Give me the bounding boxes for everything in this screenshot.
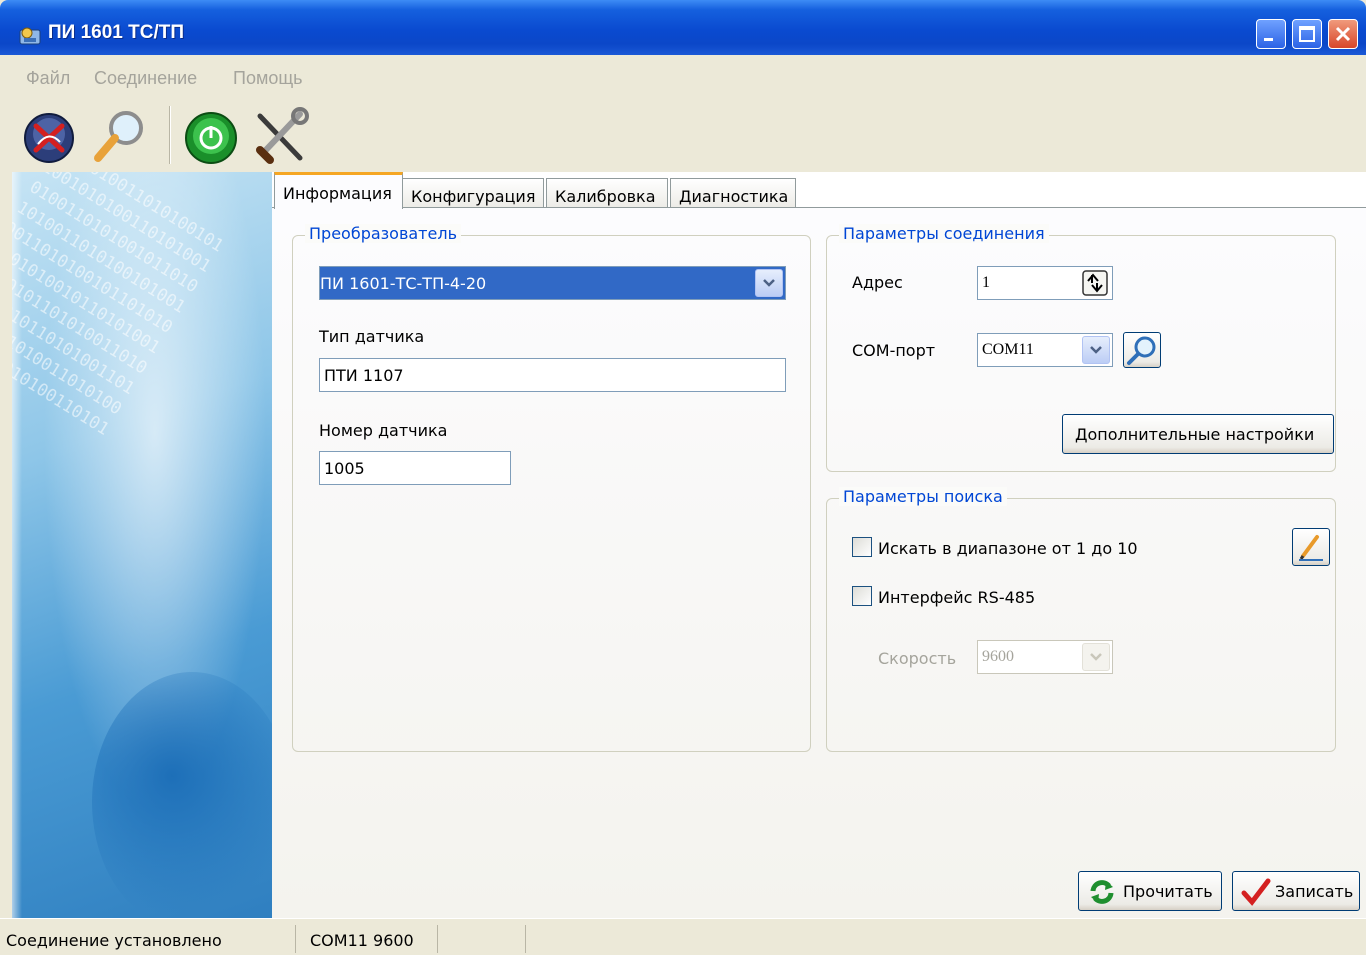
search-icon	[1127, 336, 1156, 365]
rs485-checkbox[interactable]	[852, 586, 872, 606]
search-range-checkbox[interactable]	[852, 537, 872, 557]
connection-group-title: Параметры соединения	[839, 224, 1049, 243]
address-label: Адрес	[852, 273, 903, 292]
minimize-button[interactable]	[1256, 19, 1286, 49]
maximize-icon	[1299, 26, 1315, 42]
sensor-number-label: Номер датчика	[319, 421, 448, 440]
converter-model-select[interactable]: ПИ 1601-ТС-ТП-4-20	[319, 266, 786, 300]
com-port-value: COM11	[982, 341, 1034, 358]
power-icon	[185, 112, 237, 164]
menu-connection[interactable]: Соединение	[94, 68, 197, 89]
menu-file[interactable]: Файл	[26, 68, 70, 89]
title-bar[interactable]: ПИ 1601 ТС/ТП	[0, 0, 1366, 55]
com-port-select[interactable]: COM11	[977, 333, 1113, 367]
sensor-type-label: Тип датчика	[319, 327, 425, 346]
search-range-label: Искать в диапазоне от 1 до 10	[878, 539, 1138, 558]
window-title: ПИ 1601 ТС/ТП	[48, 22, 185, 43]
address-input[interactable]: 1	[977, 266, 1113, 300]
read-button-label: Прочитать	[1123, 882, 1213, 901]
chevron-down-icon	[763, 279, 775, 287]
content-area: Информация Конфигурация Калибровка Диагн…	[272, 172, 1366, 918]
tools-icon	[256, 107, 309, 164]
rs485-label: Интерфейс RS-485	[878, 588, 1036, 607]
status-connection: Соединение установлено	[4, 925, 296, 953]
write-button[interactable]: Записать	[1232, 871, 1360, 911]
tab-configuration[interactable]: Конфигурация	[402, 178, 544, 208]
sidebar-banner: 0101010011010100101 1001010100110101001 …	[12, 172, 272, 918]
connect-button[interactable]	[180, 106, 242, 166]
spinner-icon[interactable]	[1082, 270, 1108, 296]
sensor-number-input[interactable]: 1005	[319, 451, 511, 485]
com-port-label: COM-порт	[852, 341, 936, 360]
converter-group: Преобразователь ПИ 1601-ТС-ТП-4-20 Тип д…	[292, 224, 811, 752]
status-port: COM11 9600	[300, 925, 438, 953]
converter-model-value: ПИ 1601-ТС-ТП-4-20	[320, 274, 487, 293]
chevron-down-icon	[1090, 346, 1102, 354]
search-icon	[94, 111, 143, 162]
checkmark-icon	[1241, 878, 1271, 906]
speed-select[interactable]: 9600	[977, 640, 1113, 674]
main-window: ПИ 1601 ТС/ТП Файл Соединение Помощь 010…	[0, 0, 1366, 955]
converter-model-dropdown-button[interactable]	[755, 269, 783, 297]
status-empty	[442, 925, 526, 953]
tab-diagnostics[interactable]: Диагностика	[670, 178, 796, 208]
close-button[interactable]	[1328, 19, 1358, 49]
disconnect-button[interactable]	[18, 106, 80, 166]
sensor-type-input[interactable]: ПТИ 1107	[319, 358, 786, 392]
tab-panel-information: Преобразователь ПИ 1601-ТС-ТП-4-20 Тип д…	[272, 207, 1366, 918]
minimize-icon	[1264, 38, 1273, 41]
pencil-icon	[1299, 535, 1323, 561]
com-port-search-button[interactable]	[1123, 332, 1161, 368]
com-port-dropdown-button[interactable]	[1082, 336, 1110, 364]
advanced-settings-button[interactable]: Дополнительные настройки	[1062, 414, 1334, 454]
connection-group: Параметры соединения Адрес 1 COM-порт CO…	[826, 224, 1336, 472]
toolbar-separator	[169, 106, 171, 164]
address-value: 1	[982, 274, 990, 291]
settings-button[interactable]	[250, 106, 312, 166]
converter-group-title: Преобразователь	[305, 224, 461, 243]
search-device-button[interactable]	[90, 106, 152, 166]
chevron-down-icon	[1090, 653, 1102, 661]
read-button[interactable]: Прочитать	[1078, 871, 1222, 911]
search-group-title: Параметры поиска	[839, 487, 1007, 506]
toolbar	[0, 100, 1366, 172]
menu-help[interactable]: Помощь	[233, 68, 303, 89]
maximize-button[interactable]	[1292, 19, 1322, 49]
close-icon	[1335, 26, 1351, 42]
speed-value: 9600	[982, 648, 1014, 665]
app-icon	[19, 27, 41, 45]
search-group: Параметры поиска Искать в диапазоне от 1…	[826, 487, 1336, 752]
tab-information[interactable]: Информация	[274, 172, 403, 209]
write-button-label: Записать	[1275, 882, 1354, 901]
tab-calibration[interactable]: Калибровка	[546, 178, 668, 208]
speed-dropdown-button[interactable]	[1082, 643, 1110, 671]
status-bar: Соединение установлено COM11 9600	[0, 918, 1366, 955]
speed-label: Скорость	[878, 649, 957, 668]
binary-pattern: 0101010011010100101 1001010100110101001 …	[12, 172, 227, 440]
refresh-icon	[1090, 880, 1114, 904]
menu-bar: Файл Соединение Помощь	[0, 55, 1366, 100]
disconnect-icon	[24, 113, 74, 163]
edit-range-button[interactable]	[1292, 528, 1330, 566]
